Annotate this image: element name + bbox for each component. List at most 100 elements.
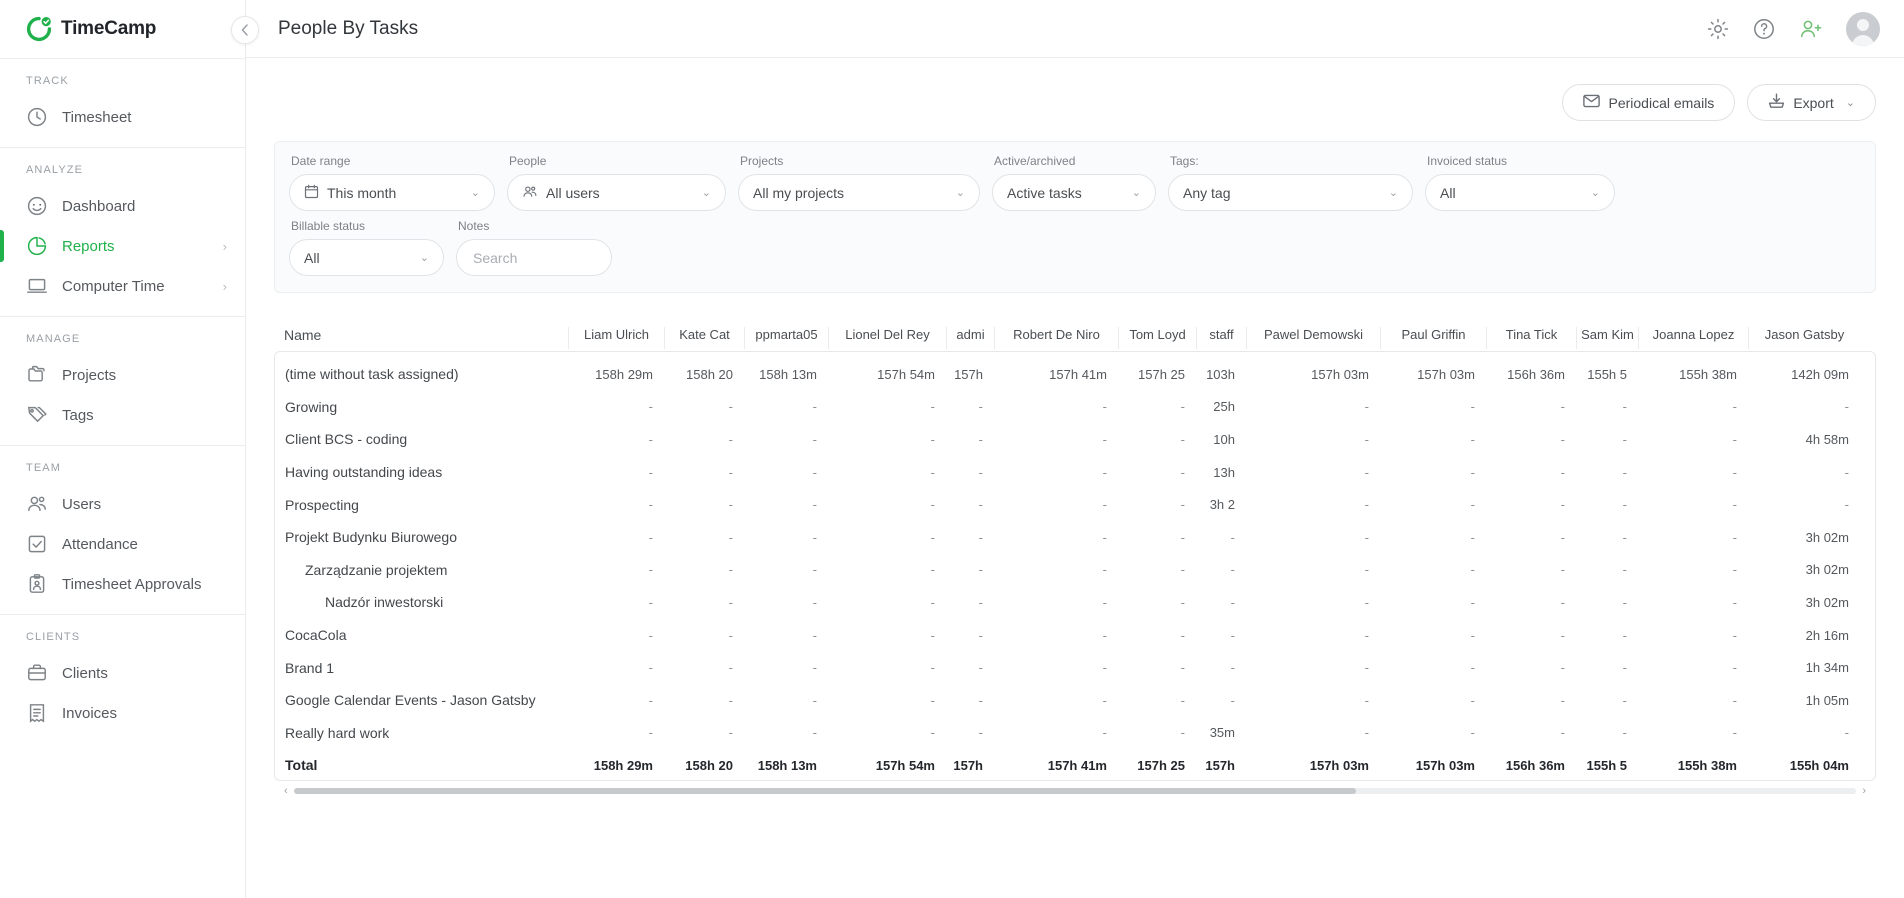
sidebar-item-timesheet-approvals[interactable]: Timesheet Approvals [0, 564, 245, 604]
sidebar-item-invoices[interactable]: Invoices [0, 693, 245, 733]
table-cell-value: - [1381, 628, 1487, 643]
brand-name: TimeCamp [61, 18, 156, 40]
filter-label: Date range [289, 154, 495, 168]
table-cell-name[interactable]: (time without task assigned) [285, 366, 569, 382]
table-cell-value: - [1381, 432, 1487, 447]
avatar[interactable] [1846, 12, 1880, 46]
filter-select[interactable]: All⌄ [1425, 174, 1615, 211]
table-cell-value: - [1639, 562, 1749, 577]
scroll-right-arrow[interactable]: › [1862, 786, 1866, 797]
table-row: Really hard work-------35m------ [275, 717, 1875, 750]
table-column-header-user[interactable]: Robert De Niro [994, 327, 1118, 349]
sidebar-item-tags[interactable]: Tags [0, 395, 245, 435]
brand-logo[interactable]: TimeCamp [0, 0, 245, 58]
table-cell-name[interactable]: Brand 1 [285, 660, 569, 676]
table-cell-value: 25h [1197, 399, 1247, 414]
filter-select[interactable]: All my projects⌄ [738, 174, 980, 211]
gear-icon[interactable] [1706, 17, 1730, 41]
chevron-right-icon: › [223, 279, 227, 294]
table-cell-value: - [745, 399, 829, 414]
filter-select[interactable]: Active tasks⌄ [992, 174, 1156, 211]
filter-select[interactable]: Any tag⌄ [1168, 174, 1413, 211]
table-cell-name[interactable]: Really hard work [285, 725, 569, 741]
table-cell-value: - [1639, 595, 1749, 610]
table-column-header-user[interactable]: Lionel Del Rey [828, 327, 946, 349]
table-cell-value: - [995, 465, 1119, 480]
sidebar-item-dashboard[interactable]: Dashboard [0, 186, 245, 226]
table-cell-value: - [829, 693, 947, 708]
sidebar-item-label: Clients [62, 665, 227, 682]
sidebar-item-reports[interactable]: Reports› [0, 226, 245, 266]
table-cell-name[interactable]: Growing [285, 399, 569, 415]
notes-search-input[interactable] [456, 239, 612, 276]
table-cell-value: - [1577, 465, 1639, 480]
table-cell-value: 158h 20 [665, 758, 745, 773]
filter-select[interactable]: All users ⌄ [507, 174, 726, 211]
table-cell-value: - [829, 595, 947, 610]
add-user-icon[interactable] [1798, 17, 1824, 41]
table-cell-value: 157h 41m [995, 758, 1119, 773]
table-cell-value: - [1577, 595, 1639, 610]
table-cell-value: - [1119, 432, 1197, 447]
table-cell-name[interactable]: Nadzór inwestorski [285, 594, 569, 610]
table-cell-value: - [829, 562, 947, 577]
chevron-down-icon: ⌄ [1591, 186, 1600, 199]
table-cell-value: - [745, 628, 829, 643]
table-column-header-user[interactable]: Sam Kim [1576, 327, 1638, 349]
table-cell-value: - [1487, 660, 1577, 675]
table-column-header-user[interactable]: admi [946, 327, 994, 349]
table-column-header-name[interactable]: Name [284, 327, 568, 349]
table-column-header-user[interactable]: Paul Griffin [1380, 327, 1486, 349]
filter-value: All users [546, 185, 694, 201]
table-cell-value: - [1487, 465, 1577, 480]
table-cell-name[interactable]: Google Calendar Events - Jason Gatsby [285, 692, 569, 708]
table-cell-value: - [1577, 399, 1639, 414]
folder-icon [26, 364, 48, 386]
sidebar-item-users[interactable]: Users [0, 484, 245, 524]
table-cell-value: - [1247, 693, 1381, 708]
table-cell-value: - [665, 432, 745, 447]
table-cell-value: - [1381, 530, 1487, 545]
scrollbar-track[interactable] [294, 788, 1857, 794]
scroll-left-arrow[interactable]: ‹ [284, 786, 288, 797]
horizontal-scrollbar[interactable]: ‹ › [284, 785, 1866, 797]
sidebar-item-timesheet[interactable]: Timesheet [0, 97, 245, 137]
table-cell-name[interactable]: Projekt Budynku Biurowego [285, 529, 569, 545]
sidebar-item-attendance[interactable]: Attendance [0, 524, 245, 564]
table-cell-name[interactable]: Having outstanding ideas [285, 464, 569, 480]
table-column-header-user[interactable]: Kate Cat [664, 327, 744, 349]
table-column-header-user[interactable]: Tina Tick [1486, 327, 1576, 349]
table-column-header-user[interactable]: Jason Gatsby [1748, 327, 1860, 349]
help-icon[interactable] [1752, 17, 1776, 41]
billable-status-select[interactable]: All ⌄ [289, 239, 444, 276]
scrollbar-thumb[interactable] [294, 788, 1357, 794]
sidebar-item-label: Attendance [62, 536, 227, 553]
table-column-header-user[interactable]: ppmarta05 [744, 327, 828, 349]
table-cell-value: - [1119, 465, 1197, 480]
table-column-header-user[interactable]: Tom Loyd [1118, 327, 1196, 349]
export-button[interactable]: Export ⌄ [1747, 84, 1876, 121]
sidebar-collapse-button[interactable] [231, 16, 259, 44]
chevron-down-icon: ⌄ [702, 186, 711, 199]
table-column-header-user[interactable]: staff [1196, 327, 1246, 349]
table-column-header-user[interactable]: Joanna Lopez [1638, 327, 1748, 349]
table-cell-name[interactable]: CocaCola [285, 627, 569, 643]
sidebar-item-clients[interactable]: Clients [0, 653, 245, 693]
sidebar-item-projects[interactable]: Projects [0, 355, 245, 395]
filter-date-range: Date range This month⌄ [289, 154, 495, 211]
filter-select[interactable]: This month⌄ [289, 174, 495, 211]
top-bar: People By Tasks [246, 0, 1904, 58]
table-column-header-user[interactable]: Liam Ulrich [568, 327, 664, 349]
table-cell-name[interactable]: Total [285, 757, 569, 773]
filter-label: Invoiced status [1425, 154, 1615, 168]
table-cell-value: - [1577, 660, 1639, 675]
chevron-down-icon: ⌄ [1132, 186, 1141, 199]
table-cell-name[interactable]: Zarządzanie projektem [285, 562, 569, 578]
periodical-emails-button[interactable]: Periodical emails [1562, 84, 1735, 121]
table-cell-name[interactable]: Client BCS - coding [285, 431, 569, 447]
table-cell-value: - [1119, 530, 1197, 545]
sidebar-item-computer-time[interactable]: Computer Time› [0, 266, 245, 306]
table-cell-name[interactable]: Prospecting [285, 497, 569, 513]
table-column-header-user[interactable]: Pawel Demowski [1246, 327, 1380, 349]
table-cell-value: 157h 25 [1119, 758, 1197, 773]
